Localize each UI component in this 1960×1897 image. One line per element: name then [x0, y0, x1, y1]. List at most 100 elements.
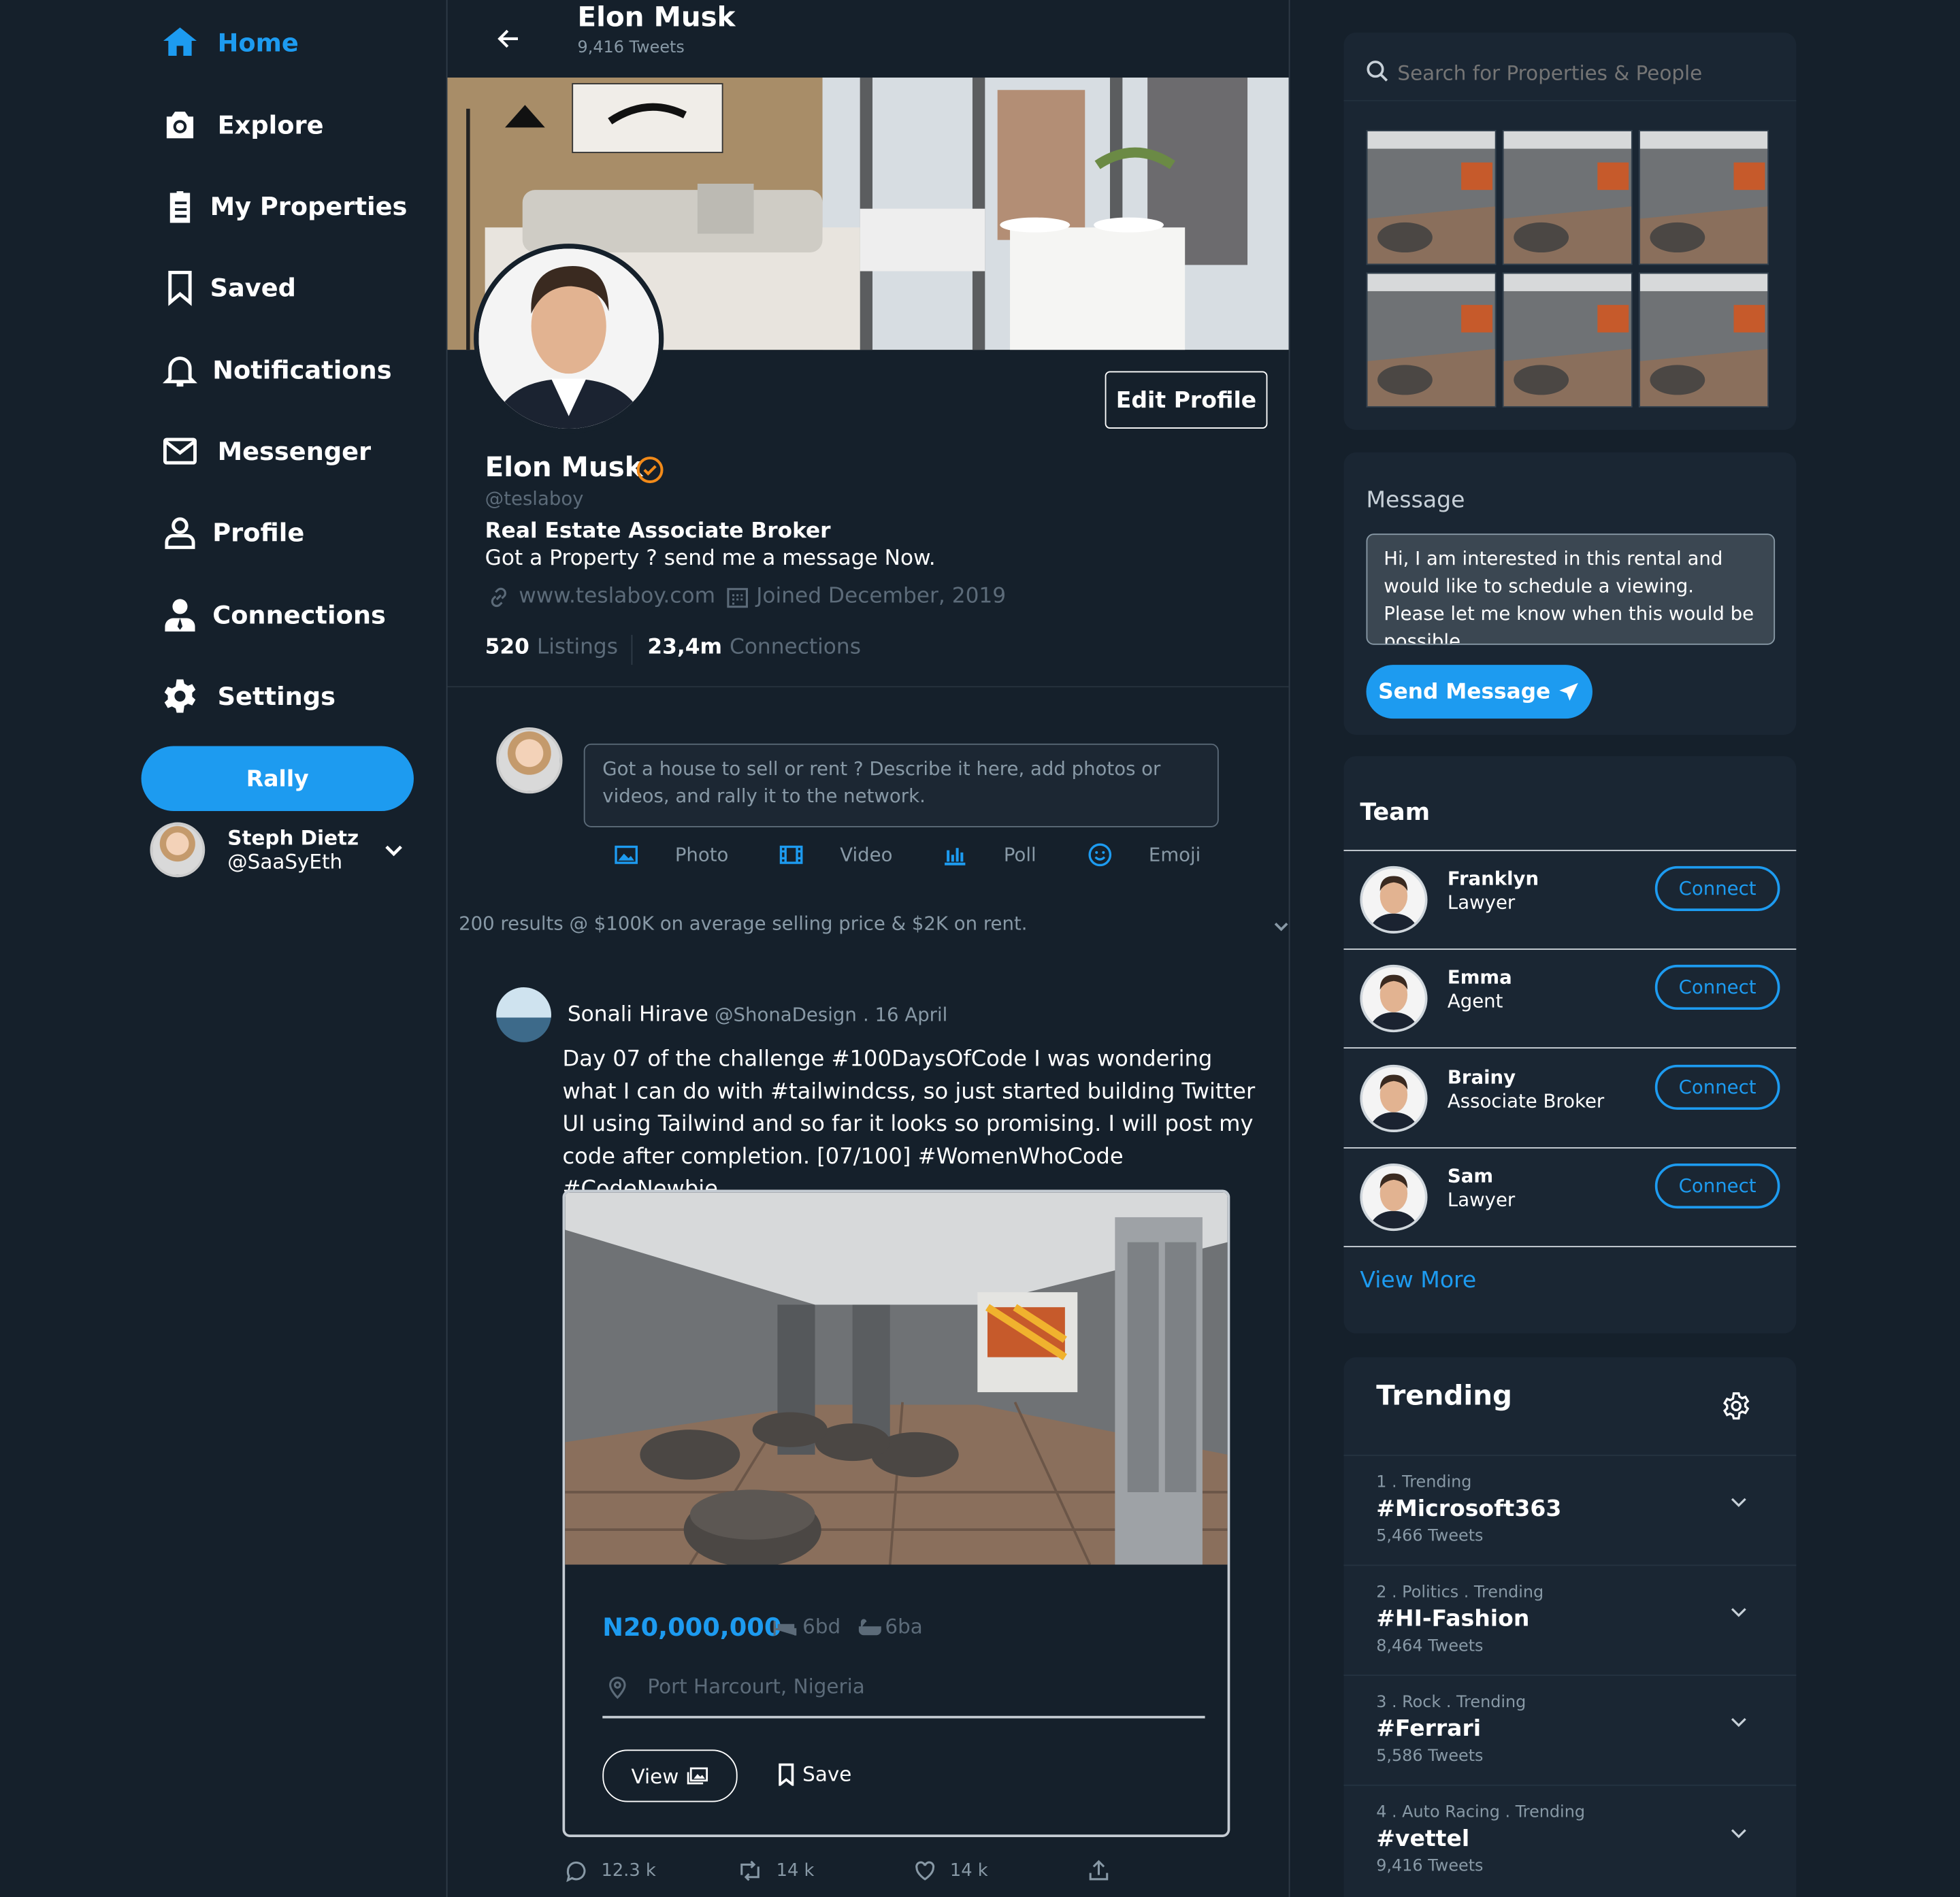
team-member-role: Lawyer [1447, 1188, 1516, 1211]
tweet-count: 9,416 Tweets [577, 38, 685, 58]
rally-button[interactable]: Rally [141, 746, 414, 812]
gallery-thumb[interactable] [1502, 130, 1633, 265]
poll-label: Poll [1003, 843, 1036, 866]
listing-photo [565, 1192, 1228, 1568]
listing-baths: 6ba [885, 1615, 923, 1638]
divider [447, 686, 1289, 688]
message-textarea[interactable]: Hi, I am interested in this rental and w… [1366, 533, 1776, 645]
account-handle: @SaaSyEth [227, 849, 343, 874]
gallery-thumb[interactable] [1366, 272, 1497, 408]
nav-label: Explore [217, 110, 324, 140]
team-member-name: Franklyn [1447, 867, 1539, 890]
profile-stats: 520 Listings [485, 635, 618, 660]
post-author[interactable]: Sonali Hirave [568, 1002, 708, 1027]
verified-badge-icon [636, 457, 664, 484]
team-member-name: Emma [1447, 966, 1512, 989]
bar-chart-icon [945, 848, 966, 865]
avatar [150, 822, 206, 878]
post-handle[interactable]: @ShonaDesign [715, 1004, 857, 1026]
user-tie-icon [165, 599, 195, 632]
composer-avatar [496, 727, 563, 794]
emoji-button[interactable]: Emoji [1086, 841, 1200, 868]
team-avatar[interactable] [1360, 964, 1428, 1033]
nav-item-explore[interactable]: Explore [160, 105, 324, 145]
team-avatar[interactable] [1360, 865, 1428, 934]
profile-handle: @teslaboy [485, 487, 584, 510]
send-icon [1560, 682, 1579, 701]
home-icon [163, 27, 197, 56]
connections-count: 23,4m [647, 635, 723, 660]
trend-context: 2 . Politics . Trending [1376, 1583, 1544, 1602]
nav-item-home[interactable]: Home [160, 22, 299, 63]
trend-context: 4 . Auto Racing . Trending [1376, 1803, 1585, 1822]
listing-beds: 6bd [802, 1615, 841, 1638]
gallery-thumb[interactable] [1502, 272, 1633, 408]
listing-card[interactable]: N20,000,000 6bd 6ba Port Harcourt, Niger… [562, 1189, 1230, 1837]
photo-label: Photo [674, 843, 729, 866]
team-member-role: Agent [1447, 989, 1503, 1012]
nav-item-notifications[interactable]: Notifications [160, 350, 392, 390]
trending-title: Trending [1376, 1381, 1512, 1413]
chevron-down-icon[interactable] [1729, 1602, 1748, 1622]
listings-label[interactable]: Listings [537, 635, 618, 660]
search-input[interactable] [1397, 57, 1773, 88]
back-arrow-icon[interactable] [493, 25, 523, 52]
reply-button[interactable]: 12.3 k [564, 1858, 656, 1883]
profile-avatar[interactable] [474, 244, 664, 434]
gallery-thumb[interactable] [1366, 130, 1497, 265]
nav-item-messenger[interactable]: Messenger [160, 431, 371, 472]
team-avatar[interactable] [1360, 1163, 1428, 1232]
chevron-down-icon[interactable] [1271, 916, 1291, 936]
nav-item-saved[interactable]: Saved [160, 267, 296, 308]
share-icon[interactable] [1086, 1858, 1111, 1883]
card-divider [602, 1715, 1205, 1719]
account-switcher[interactable]: Steph Dietz @SaaSyEth [150, 820, 412, 880]
nav-item-connections[interactable]: Connections [160, 595, 386, 635]
nav-item-my-properties[interactable]: My Properties [160, 186, 407, 227]
gallery-thumb[interactable] [1638, 272, 1769, 408]
team-title: Team [1360, 798, 1431, 827]
profile-joined: Joined December, 2019 [756, 583, 1007, 609]
trend-count: 8,464 Tweets [1376, 1637, 1484, 1656]
profile-website[interactable]: www.teslaboy.com [519, 584, 715, 609]
connections-label[interactable]: Connections [730, 635, 861, 660]
photo-button[interactable]: Photo [612, 841, 728, 868]
send-message-button[interactable]: Send Message [1366, 665, 1592, 719]
nav-label: Messenger [217, 436, 372, 467]
video-button[interactable]: Video [777, 841, 892, 868]
gallery-thumb[interactable] [1638, 130, 1769, 265]
connect-button[interactable]: Connect [1654, 1163, 1780, 1209]
edit-profile-button[interactable]: Edit Profile [1105, 371, 1268, 429]
compose-input[interactable]: Got a house to sell or rent ? Describe i… [583, 743, 1219, 827]
smile-icon [1088, 843, 1112, 867]
bed-icon [773, 1621, 797, 1636]
post-author-avatar[interactable] [496, 987, 551, 1042]
gear-icon [164, 679, 196, 713]
post-header: Sonali Hirave @ShonaDesign . 16 April [568, 1002, 947, 1027]
nav-label: My Properties [210, 191, 408, 222]
connect-button[interactable]: Connect [1654, 964, 1780, 1010]
chevron-down-icon[interactable] [1729, 1492, 1748, 1512]
chevron-down-icon[interactable] [381, 838, 406, 863]
nav-label: Profile [212, 517, 305, 548]
connect-button[interactable]: Connect [1654, 1064, 1780, 1110]
nav-item-profile[interactable]: Profile [160, 512, 304, 552]
view-listing-button[interactable]: View [602, 1749, 738, 1802]
reply-count: 12.3 k [601, 1860, 656, 1881]
page-title: Elon Musk [577, 2, 736, 34]
view-more-link[interactable]: View More [1360, 1267, 1476, 1293]
like-button[interactable]: 14 k [913, 1858, 988, 1883]
save-listing-button[interactable]: Save [777, 1762, 851, 1786]
connect-button[interactable]: Connect [1654, 865, 1780, 911]
retweet-button[interactable]: 14 k [736, 1858, 814, 1883]
trend-count: 5,466 Tweets [1376, 1527, 1484, 1546]
team-avatar[interactable] [1360, 1064, 1428, 1133]
team-member-role: Associate Broker [1447, 1089, 1605, 1112]
chevron-down-icon[interactable] [1729, 1824, 1748, 1843]
chevron-down-icon[interactable] [1729, 1712, 1748, 1732]
listing-price: N20,000,000 [602, 1612, 782, 1643]
poll-button[interactable]: Poll [941, 841, 1036, 868]
nav-item-settings[interactable]: Settings [160, 676, 336, 716]
team-member-name: Brainy [1447, 1066, 1516, 1089]
gear-icon[interactable] [1721, 1391, 1751, 1421]
